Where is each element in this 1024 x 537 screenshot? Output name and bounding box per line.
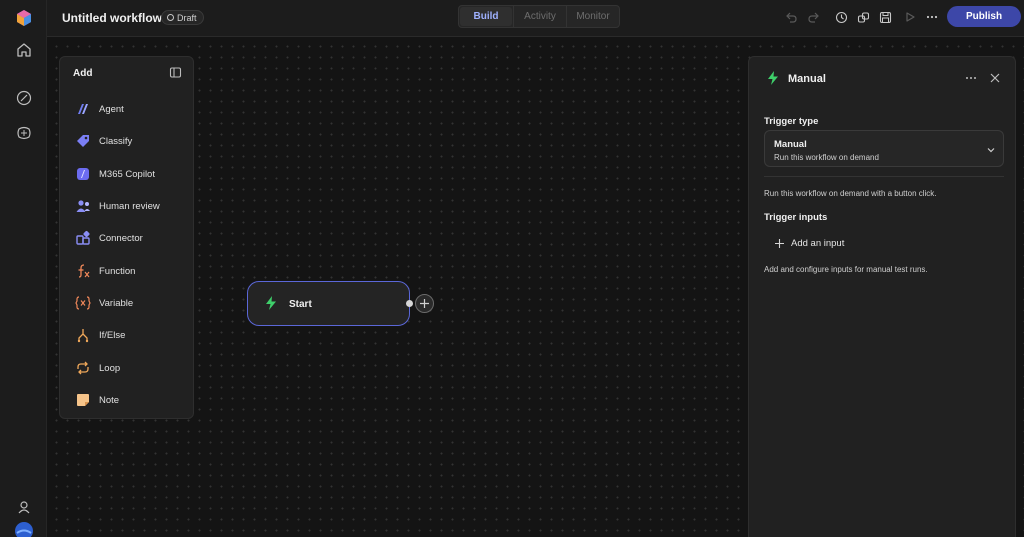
add-item-label: M365 Copilot xyxy=(99,168,155,180)
panel-title: Manual xyxy=(788,73,826,85)
add-node-button[interactable] xyxy=(415,294,434,313)
add-item-label: Classify xyxy=(99,135,133,147)
add-item-label: If/Else xyxy=(99,329,126,341)
more-icon[interactable] xyxy=(963,70,979,86)
workflow-title[interactable]: Untitled workflow xyxy=(62,11,162,25)
start-node[interactable]: Start xyxy=(247,281,410,326)
properties-panel: Manual Trigger type Manual Run this work… xyxy=(748,56,1016,537)
avatar[interactable] xyxy=(12,519,36,537)
add-item-classify[interactable]: Classify xyxy=(74,131,190,151)
add-item-if-else[interactable]: If/Else xyxy=(74,325,190,345)
play-icon[interactable] xyxy=(902,9,918,25)
divider xyxy=(764,176,1004,177)
user-icon[interactable] xyxy=(12,495,36,519)
trigger-type-label: Trigger type xyxy=(764,116,819,127)
add-item-label: Connector xyxy=(99,232,143,244)
tab-build[interactable]: Build xyxy=(460,7,512,26)
add-item-variable[interactable]: Variable xyxy=(74,293,190,313)
inputs-help-text: Add and configure inputs for manual test… xyxy=(764,265,928,274)
agents-icon[interactable] xyxy=(12,121,36,145)
add-panel-title: Add xyxy=(73,68,93,79)
add-item-label: Function xyxy=(99,265,136,277)
workflows-icon[interactable] xyxy=(12,86,36,110)
start-node-label: Start xyxy=(289,299,312,310)
note-icon xyxy=(74,392,91,409)
trigger-type-value: Manual xyxy=(774,139,807,150)
undo-icon[interactable] xyxy=(783,9,799,25)
add-item-label: Loop xyxy=(99,362,121,374)
add-item-label: Note xyxy=(99,394,120,406)
add-item-label: Variable xyxy=(99,297,134,309)
add-item-agent[interactable]: Agent xyxy=(74,99,190,119)
top-bar: Untitled workflow Draft Build Activity M… xyxy=(47,0,1024,37)
human-review-icon xyxy=(74,198,91,215)
trigger-type-select[interactable]: Manual Run this workflow on demand xyxy=(764,130,1004,167)
function-icon xyxy=(74,263,91,280)
add-item-label: Agent xyxy=(99,103,124,115)
home-icon[interactable] xyxy=(12,38,36,62)
trigger-inputs-label: Trigger inputs xyxy=(764,212,828,223)
status-badge: Draft xyxy=(161,10,204,25)
panel-toggle-icon[interactable] xyxy=(169,66,183,80)
chevron-down-icon xyxy=(985,143,997,155)
view-tabs: Build Activity Monitor xyxy=(458,5,620,28)
lightning-icon xyxy=(765,70,781,86)
tab-activity[interactable]: Activity xyxy=(513,6,567,27)
add-item-loop[interactable]: Loop xyxy=(74,358,190,378)
add-item-label: Human review xyxy=(99,200,160,212)
publish-button[interactable]: Publish xyxy=(947,6,1021,27)
trigger-type-description: Run this workflow on demand xyxy=(774,153,879,162)
save-icon[interactable] xyxy=(877,9,893,25)
add-panel: Add Agent Classify M365 Copilot Human re… xyxy=(59,56,194,419)
connector-icon xyxy=(74,230,91,247)
add-item-human-review[interactable]: Human review xyxy=(74,196,190,216)
app-logo-icon[interactable] xyxy=(12,6,36,30)
redo-icon[interactable] xyxy=(805,9,821,25)
agent-icon xyxy=(74,101,91,118)
node-output-port[interactable] xyxy=(406,300,413,307)
classify-icon xyxy=(74,133,91,150)
trigger-info-text: Run this workflow on demand with a butto… xyxy=(764,189,937,198)
history-icon[interactable] xyxy=(833,9,849,25)
plus-icon xyxy=(775,238,784,248)
copilot-icon xyxy=(74,166,91,183)
close-icon[interactable] xyxy=(987,70,1003,86)
variable-icon xyxy=(74,295,91,312)
add-input-label: Add an input xyxy=(791,237,845,249)
add-item-function[interactable]: Function xyxy=(74,261,190,281)
branch-icon xyxy=(74,327,91,344)
add-item-connector[interactable]: Connector xyxy=(74,228,190,248)
loop-icon xyxy=(74,360,91,377)
lightning-icon xyxy=(263,295,279,311)
more-icon[interactable] xyxy=(924,9,940,25)
status-badge-label: Draft xyxy=(177,12,197,23)
left-rail xyxy=(0,0,47,537)
tab-monitor[interactable]: Monitor xyxy=(567,6,619,27)
draft-status-icon xyxy=(167,14,174,21)
plus-icon xyxy=(420,299,429,308)
add-item-m365-copilot[interactable]: M365 Copilot xyxy=(74,164,190,184)
add-item-note[interactable]: Note xyxy=(74,390,190,410)
workflow-app: Untitled workflow Draft Build Activity M… xyxy=(0,0,1024,537)
add-input-button[interactable]: Add an input xyxy=(774,236,844,250)
share-icon[interactable] xyxy=(855,9,871,25)
